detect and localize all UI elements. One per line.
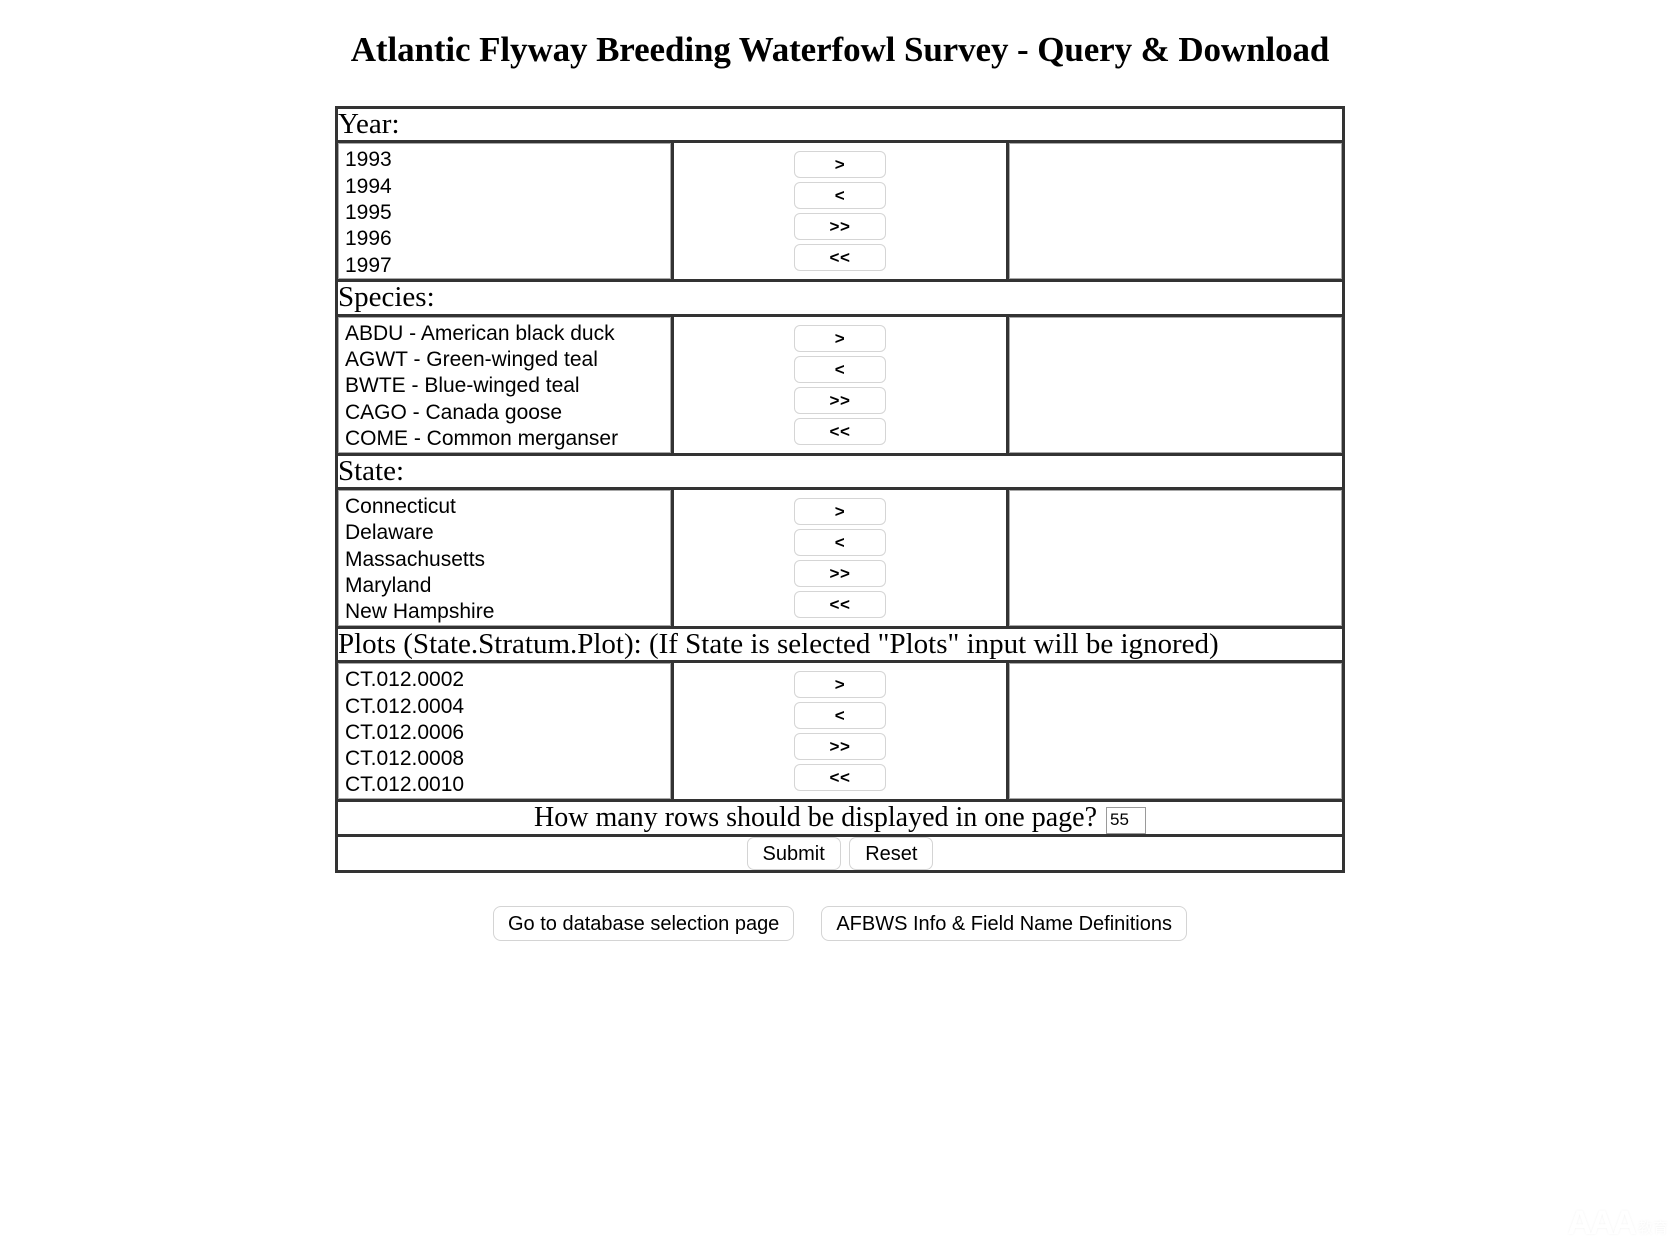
species-available-cell: ABDU - American black duck AGWT - Green-… (335, 313, 674, 456)
section-picker-row-year: 1993 1994 1995 1996 1997 > < >> << (335, 140, 1345, 283)
list-item[interactable]: Massachusetts (339, 547, 670, 573)
list-item[interactable]: CAGO - Canada goose (339, 400, 670, 426)
watermark: AAA 教育 (1567, 1206, 1668, 1240)
section-label-state: State: (335, 452, 1345, 490)
year-transfer-buttons: > < >> << (674, 151, 1007, 272)
state-transfer-cell: > < >> << (670, 486, 1010, 629)
actions-cell: Submit Reset (335, 834, 1345, 874)
list-item[interactable]: CT.012.0002 (339, 667, 670, 693)
rows-per-page-group: How many rows should be displayed in one… (534, 802, 1146, 834)
plots-selected-listbox[interactable] (1009, 663, 1342, 800)
plots-transfer-cell: > < >> << (670, 660, 1010, 803)
watermark-sub-text: 教育 (1637, 1221, 1668, 1237)
year-remove-all-button[interactable]: << (793, 244, 886, 272)
reset-button[interactable]: Reset (849, 837, 934, 871)
species-remove-button[interactable]: < (793, 355, 886, 383)
year-selected-listbox[interactable] (1009, 143, 1342, 280)
state-transfer-buttons: > < >> << (674, 497, 1007, 618)
species-selected-cell (1006, 313, 1345, 456)
year-add-all-button[interactable]: >> (793, 213, 886, 241)
state-selected-listbox[interactable] (1009, 489, 1342, 626)
list-item[interactable]: Maryland (339, 573, 670, 599)
rows-per-page-cell: How many rows should be displayed in one… (335, 799, 1345, 838)
list-item[interactable]: Delaware (339, 520, 670, 546)
state-available-cell: Connecticut Delaware Massachusetts Maryl… (335, 486, 674, 629)
rows-per-page-input[interactable] (1106, 806, 1146, 834)
plots-selected-cell (1006, 660, 1345, 803)
list-item[interactable]: 1995 (339, 200, 670, 226)
state-remove-all-button[interactable]: << (793, 590, 886, 618)
state-available-listbox[interactable]: Connecticut Delaware Massachusetts Maryl… (338, 489, 671, 626)
plots-add-button[interactable]: > (793, 671, 886, 699)
list-item[interactable]: AGWT - Green-winged teal (339, 347, 670, 373)
species-remove-all-button[interactable]: << (793, 417, 886, 445)
species-available-listbox[interactable]: ABDU - American black duck AGWT - Green-… (338, 316, 671, 453)
list-item[interactable]: 1994 (339, 174, 670, 200)
afbws-info-definitions-button[interactable]: AFBWS Info & Field Name Definitions (821, 906, 1187, 942)
list-item[interactable]: 1996 (339, 226, 670, 252)
section-picker-row-plots: CT.012.0002 CT.012.0004 CT.012.0006 CT.0… (335, 660, 1345, 803)
list-item[interactable]: BWTE - Blue-winged teal (339, 373, 670, 399)
plots-available-cell: CT.012.0002 CT.012.0004 CT.012.0006 CT.0… (335, 660, 674, 803)
list-item[interactable]: CT.012.0006 (339, 720, 670, 746)
section-label-year: Year: (335, 105, 1345, 144)
species-add-button[interactable]: > (793, 324, 886, 352)
year-available-cell: 1993 1994 1995 1996 1997 (335, 140, 674, 283)
species-selected-listbox[interactable] (1009, 316, 1342, 453)
section-header-row-species: Species: (335, 279, 1345, 317)
query-form: Year: 1993 1994 1995 1996 1997 > < >> <<… (335, 105, 1345, 874)
submit-button[interactable]: Submit (746, 837, 841, 871)
watermark-main-text: AAA (1567, 1204, 1637, 1242)
footer-navigation: Go to database selection page AFBWS Info… (335, 906, 1345, 942)
year-available-listbox[interactable]: 1993 1994 1995 1996 1997 (338, 143, 671, 280)
query-table: Year: 1993 1994 1995 1996 1997 > < >> <<… (335, 105, 1345, 874)
state-add-button[interactable]: > (793, 497, 886, 525)
list-item[interactable]: COME - Common merganser (339, 426, 670, 452)
list-item[interactable]: CT.012.0010 (339, 772, 670, 798)
year-selected-cell (1006, 140, 1345, 283)
plots-transfer-buttons: > < >> << (674, 671, 1007, 792)
section-label-species: Species: (335, 279, 1345, 317)
species-add-all-button[interactable]: >> (793, 386, 886, 414)
species-transfer-buttons: > < >> << (674, 324, 1007, 445)
state-add-all-button[interactable]: >> (793, 559, 886, 587)
plots-remove-button[interactable]: < (793, 702, 886, 730)
rows-per-page-row: How many rows should be displayed in one… (335, 799, 1345, 838)
plots-available-listbox[interactable]: CT.012.0002 CT.012.0004 CT.012.0006 CT.0… (338, 663, 671, 800)
rows-per-page-label: How many rows should be displayed in one… (534, 802, 1097, 834)
list-item[interactable]: CT.012.0004 (339, 694, 670, 720)
list-item[interactable]: New Hampshire (339, 599, 670, 625)
year-add-button[interactable]: > (793, 151, 886, 179)
go-to-database-selection-button[interactable]: Go to database selection page (493, 906, 795, 942)
species-transfer-cell: > < >> << (670, 313, 1010, 456)
list-item[interactable]: ABDU - American black duck (339, 321, 670, 347)
section-header-row-year: Year: (335, 105, 1345, 144)
list-item[interactable]: CT.012.0008 (339, 746, 670, 772)
list-item[interactable]: 1993 (339, 147, 670, 173)
year-transfer-cell: > < >> << (670, 140, 1010, 283)
page-title: Atlantic Flyway Breeding Waterfowl Surve… (350, 30, 1330, 69)
list-item[interactable]: 1997 (339, 253, 670, 279)
plots-remove-all-button[interactable]: << (793, 764, 886, 792)
section-header-row-plots: Plots (State.Stratum.Plot): (If State is… (335, 625, 1345, 664)
section-label-plots: Plots (State.Stratum.Plot): (If State is… (335, 625, 1345, 664)
section-header-row-state: State: (335, 452, 1345, 490)
list-item[interactable]: Connecticut (339, 494, 670, 520)
state-selected-cell (1006, 486, 1345, 629)
section-picker-row-species: ABDU - American black duck AGWT - Green-… (335, 313, 1345, 456)
plots-add-all-button[interactable]: >> (793, 733, 886, 761)
section-picker-row-state: Connecticut Delaware Massachusetts Maryl… (335, 486, 1345, 629)
actions-row: Submit Reset (335, 834, 1345, 874)
state-remove-button[interactable]: < (793, 528, 886, 556)
year-remove-button[interactable]: < (793, 182, 886, 210)
